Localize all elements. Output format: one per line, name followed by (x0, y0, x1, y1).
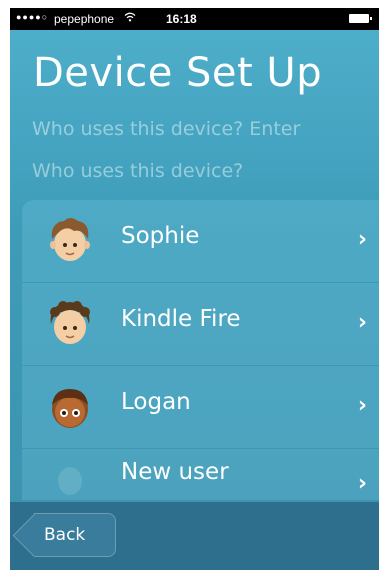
status-time: 16:18 (166, 12, 197, 26)
carrier-name: pepephone (54, 12, 115, 26)
subtitle-line-2: Who uses this device? (32, 160, 244, 182)
list-item-sophie[interactable]: Sophie › (22, 200, 379, 283)
page-title: Device Set Up (33, 50, 323, 96)
chevron-right-icon: › (357, 393, 367, 418)
chevron-right-icon: › (357, 227, 367, 252)
signal-strength-icon: ●●●●○ (16, 12, 49, 22)
user-list: Sophie › Kindle Fire › Logan › New user … (22, 200, 379, 500)
avatar-boy-dark-icon (46, 381, 94, 431)
wifi-icon (124, 11, 136, 25)
chevron-right-icon: › (357, 310, 367, 335)
user-name: Logan (121, 389, 191, 415)
list-item-kindle-fire[interactable]: Kindle Fire › (22, 283, 379, 366)
battery-icon (349, 14, 372, 23)
subtitle-line-1: Who uses this device? Enter (32, 118, 301, 140)
user-name: Sophie (121, 223, 200, 249)
device-setup-screen: ●●●●○ pepephone 16:18 Device Set Up Who … (10, 8, 379, 570)
user-name: New user (121, 459, 229, 485)
status-bar: ●●●●○ pepephone 16:18 (10, 8, 379, 30)
list-item-new-user[interactable]: New user › (22, 449, 379, 500)
bottom-bar: Back (10, 502, 379, 570)
back-button[interactable]: Back (34, 513, 116, 557)
back-button-label: Back (44, 525, 86, 545)
list-item-logan[interactable]: Logan › (22, 366, 379, 449)
user-name: Kindle Fire (121, 306, 241, 332)
chevron-right-icon: › (357, 471, 367, 496)
avatar-boy-curly-icon (46, 298, 94, 348)
avatar-boy-light-icon (46, 215, 94, 265)
new-user-icon (46, 459, 94, 500)
